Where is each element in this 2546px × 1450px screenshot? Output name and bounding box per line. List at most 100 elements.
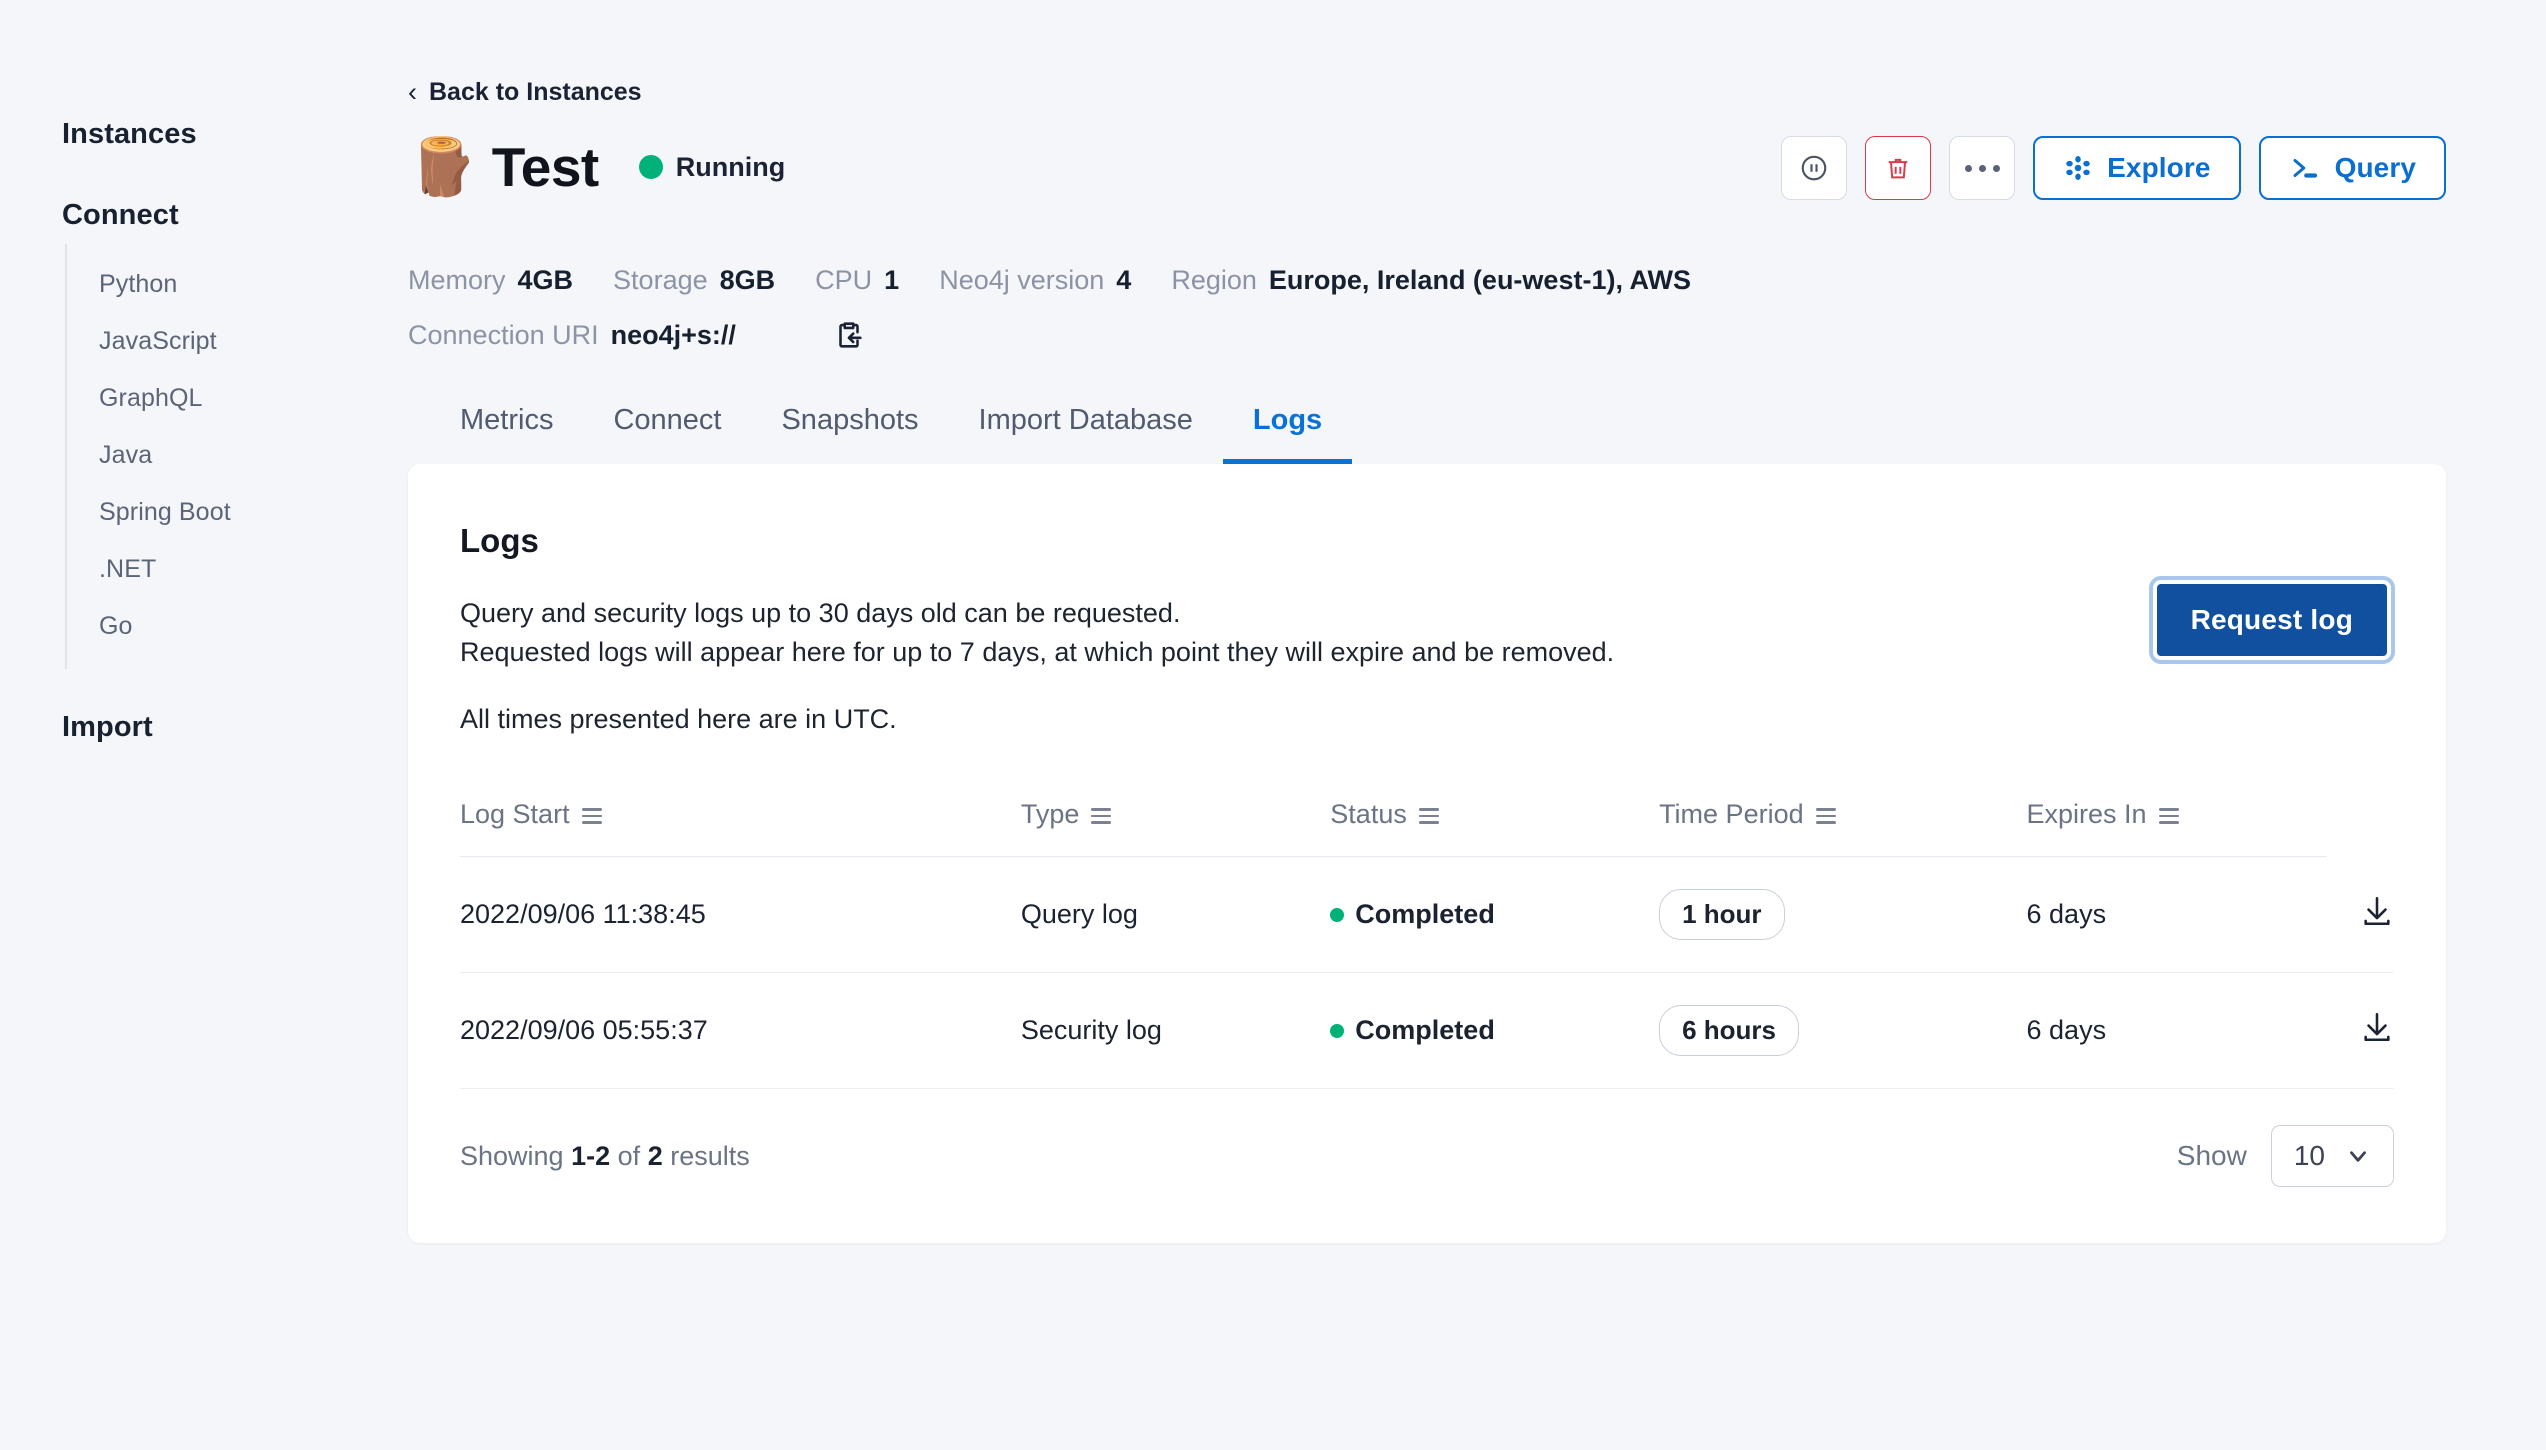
column-status[interactable]: Status bbox=[1330, 799, 1660, 858]
page-title: Test bbox=[491, 136, 600, 198]
show-label: Show bbox=[2176, 1140, 2247, 1172]
column-log-start[interactable]: Log Start bbox=[460, 799, 1021, 858]
sort-icon bbox=[1815, 806, 1836, 824]
sort-icon bbox=[1418, 806, 1439, 824]
instance-metadata: Memory 4GB Storage 8GB CPU 1 Neo4j versi… bbox=[408, 265, 2446, 296]
sidebar-section-connect[interactable]: Connect bbox=[62, 199, 400, 232]
connection-uri-value: neo4j+s:// bbox=[610, 319, 736, 350]
explore-flower-icon bbox=[2066, 156, 2090, 180]
sort-icon bbox=[1091, 806, 1112, 824]
time-period-pill: 6 hours bbox=[1659, 1005, 1799, 1057]
download-icon bbox=[2364, 897, 2390, 926]
sidebar-item-import[interactable]: Import bbox=[62, 711, 400, 744]
meta-storage-key: Storage bbox=[613, 265, 708, 295]
logs-card-title: Logs bbox=[460, 522, 539, 559]
query-button[interactable]: Query bbox=[2258, 136, 2446, 200]
page-size-select[interactable]: 10 bbox=[2270, 1125, 2394, 1188]
sidebar-item-graphql[interactable]: GraphQL bbox=[67, 370, 400, 427]
cell-status-label: Completed bbox=[1355, 1015, 1495, 1046]
sidebar-instances-label: Instances bbox=[62, 118, 197, 150]
app-root: Instances Connect Python JavaScript Grap… bbox=[0, 0, 2546, 1450]
explore-button[interactable]: Explore bbox=[2033, 136, 2241, 200]
status-badge: Running bbox=[638, 151, 786, 183]
request-log-button[interactable]: Request log bbox=[2148, 576, 2396, 664]
column-expires-in[interactable]: Expires In bbox=[2026, 799, 2327, 858]
cell-expires-in: 6 days bbox=[2026, 972, 2327, 1090]
more-options-button[interactable] bbox=[1949, 136, 2016, 200]
time-period-pill: 1 hour bbox=[1659, 889, 1785, 941]
tab-connect[interactable]: Connect bbox=[583, 404, 751, 464]
meta-region-value: Europe, Ireland (eu-west-1), AWS bbox=[1268, 265, 1691, 295]
meta-cpu: CPU 1 bbox=[815, 265, 899, 296]
meta-cpu-value: 1 bbox=[884, 265, 900, 295]
showing-prefix: Showing bbox=[460, 1140, 564, 1171]
clipboard-paste-icon bbox=[839, 322, 862, 348]
table-row: 2022/09/06 05:55:37 Security log Complet… bbox=[460, 972, 2394, 1090]
instance-actions: Explore Query bbox=[1781, 136, 2446, 200]
copy-uri-button[interactable] bbox=[832, 318, 866, 352]
logs-table-body: 2022/09/06 11:38:45 Query log Completed … bbox=[460, 856, 2394, 1090]
download-icon bbox=[2364, 1013, 2390, 1042]
results-summary: Showing 1-2 of 2 results bbox=[460, 1141, 750, 1172]
tab-snapshots[interactable]: Snapshots bbox=[751, 404, 948, 464]
meta-region-key: Region bbox=[1171, 265, 1257, 295]
column-type[interactable]: Type bbox=[1020, 799, 1331, 858]
column-time-period[interactable]: Time Period bbox=[1659, 799, 2027, 858]
sidebar-item-dotnet[interactable]: .NET bbox=[67, 541, 400, 598]
sort-icon bbox=[581, 806, 602, 824]
sidebar-connect-label: Connect bbox=[62, 199, 179, 231]
meta-version: Neo4j version 4 bbox=[939, 265, 1131, 296]
sidebar-item-python[interactable]: Python bbox=[67, 256, 400, 313]
cell-type: Security log bbox=[1020, 972, 1331, 1090]
download-button[interactable] bbox=[2360, 894, 2394, 928]
back-to-instances-link[interactable]: ‹ Back to Instances bbox=[408, 78, 642, 107]
cell-time-period: 6 hours bbox=[1659, 972, 2027, 1090]
table-row: 2022/09/06 11:38:45 Query log Completed … bbox=[460, 856, 2394, 974]
showing-range: 1-2 bbox=[571, 1140, 611, 1171]
delete-button[interactable] bbox=[1865, 136, 1932, 200]
showing-mid: of bbox=[617, 1140, 641, 1171]
meta-storage: Storage 8GB bbox=[613, 265, 775, 296]
tab-metrics[interactable]: Metrics bbox=[430, 404, 583, 464]
column-expires-in-label: Expires In bbox=[2026, 799, 2147, 830]
status-dot-icon bbox=[1330, 907, 1345, 922]
table-footer: Showing 1-2 of 2 results Show 10 bbox=[460, 1089, 2394, 1188]
cell-log-start: 2022/09/06 11:38:45 bbox=[460, 856, 1021, 974]
tab-import-database[interactable]: Import Database bbox=[949, 404, 1223, 464]
sidebar-item-spring-boot[interactable]: Spring Boot bbox=[67, 484, 400, 541]
sidebar-item-go[interactable]: Go bbox=[67, 598, 400, 655]
sidebar-connect-sublist: Python JavaScript GraphQL Java Spring Bo… bbox=[65, 244, 400, 669]
trash-icon bbox=[1888, 158, 1908, 179]
status-label: Running bbox=[675, 151, 786, 182]
tab-bar: Metrics Connect Snapshots Import Databas… bbox=[408, 404, 2446, 464]
sidebar-item-javascript[interactable]: JavaScript bbox=[67, 313, 400, 370]
cell-status: Completed bbox=[1330, 972, 1660, 1090]
table-header-row: Log Start Type Status Time Period Expire… bbox=[460, 799, 2394, 858]
sort-icon bbox=[2158, 806, 2179, 824]
meta-version-key: Neo4j version bbox=[939, 265, 1105, 295]
pause-icon bbox=[1801, 155, 1827, 181]
logs-desc-line3: All times presented here are in UTC. bbox=[460, 704, 897, 735]
sidebar-item-instances[interactable]: Instances bbox=[62, 118, 400, 151]
query-button-label: Query bbox=[2334, 152, 2416, 183]
meta-memory-key: Memory bbox=[408, 265, 506, 295]
logs-desc-line1: Query and security logs up to 30 days ol… bbox=[460, 598, 1181, 628]
tab-logs[interactable]: Logs bbox=[1222, 404, 1353, 464]
cell-status-label: Completed bbox=[1355, 899, 1495, 930]
download-button[interactable] bbox=[2360, 1010, 2394, 1044]
connection-uri-row: Connection URI neo4j+s:// bbox=[408, 318, 2446, 352]
meta-region: Region Europe, Ireland (eu-west-1), AWS bbox=[1171, 265, 1691, 296]
showing-total: 2 bbox=[647, 1140, 663, 1171]
sidebar-import-label: Import bbox=[62, 711, 153, 743]
sidebar-item-java[interactable]: Java bbox=[67, 427, 400, 484]
sidebar: Instances Connect Python JavaScript Grap… bbox=[0, 0, 400, 1450]
back-link-label: Back to Instances bbox=[429, 78, 642, 106]
meta-version-value: 4 bbox=[1116, 265, 1132, 295]
meta-memory-value: 4GB bbox=[517, 265, 574, 295]
cell-download bbox=[2326, 856, 2394, 974]
meta-storage-value: 8GB bbox=[719, 265, 776, 295]
pause-button[interactable] bbox=[1781, 136, 1848, 200]
cell-type: Query log bbox=[1020, 856, 1331, 974]
terminal-prompt-icon bbox=[2293, 159, 2317, 178]
cell-expires-in: 6 days bbox=[2026, 856, 2327, 974]
